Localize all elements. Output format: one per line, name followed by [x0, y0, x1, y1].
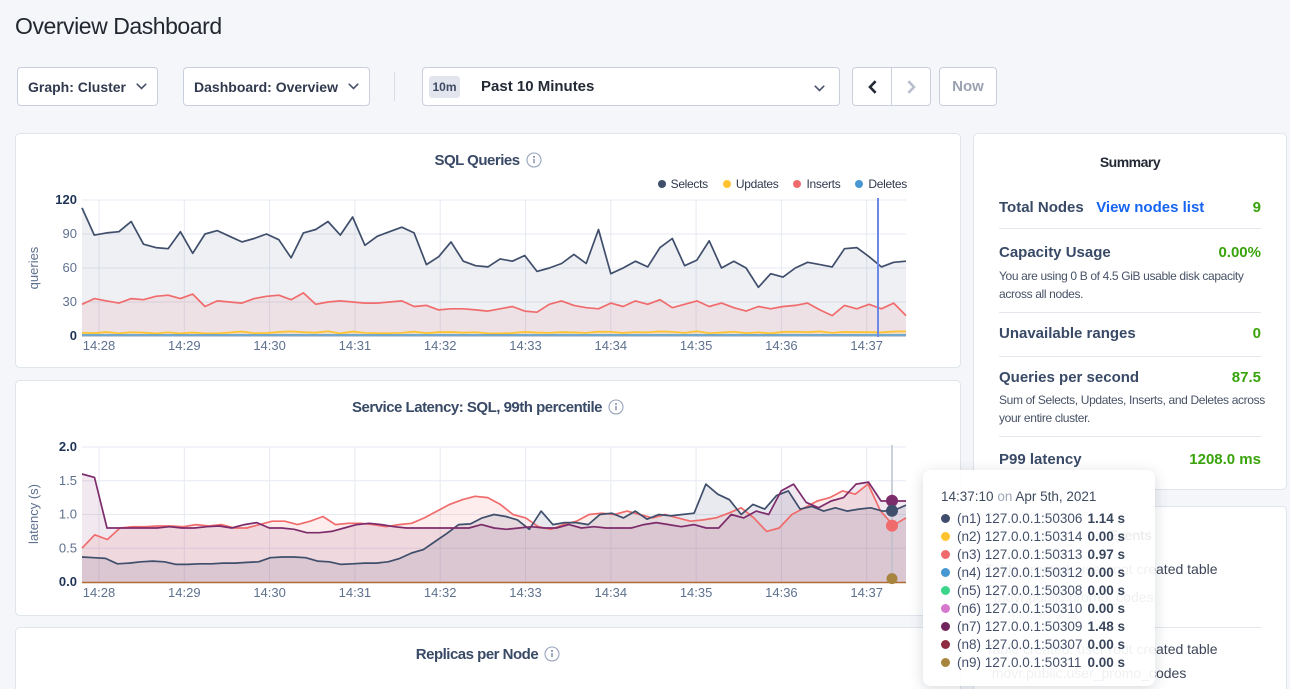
svg-text:14:35: 14:35	[680, 585, 713, 600]
svg-text:60: 60	[63, 260, 77, 275]
svg-text:0.0: 0.0	[59, 574, 77, 589]
svg-text:14:31: 14:31	[339, 585, 372, 600]
svg-text:0: 0	[70, 328, 77, 343]
svg-text:90: 90	[63, 226, 77, 241]
svg-text:1.0: 1.0	[59, 507, 77, 522]
svg-text:14:31: 14:31	[339, 338, 372, 353]
svg-text:0.5: 0.5	[59, 541, 77, 556]
svg-text:14:37: 14:37	[850, 585, 883, 600]
svg-text:14:29: 14:29	[168, 585, 201, 600]
svg-text:14:35: 14:35	[680, 338, 713, 353]
svg-text:120: 120	[55, 192, 77, 207]
svg-text:14:28: 14:28	[83, 585, 116, 600]
svg-text:14:29: 14:29	[168, 338, 201, 353]
svg-text:14:37: 14:37	[850, 338, 883, 353]
svg-text:14:36: 14:36	[765, 585, 798, 600]
svg-text:2.0: 2.0	[59, 439, 77, 454]
svg-text:14:32: 14:32	[424, 338, 457, 353]
svg-text:14:33: 14:33	[509, 585, 542, 600]
svg-text:14:36: 14:36	[765, 338, 798, 353]
svg-text:14:33: 14:33	[509, 338, 542, 353]
svg-text:14:34: 14:34	[595, 338, 628, 353]
svg-text:14:28: 14:28	[83, 338, 116, 353]
svg-text:1.5: 1.5	[59, 473, 77, 488]
svg-text:queries: queries	[26, 246, 41, 289]
svg-text:14:30: 14:30	[253, 585, 286, 600]
svg-text:latency (s): latency (s)	[26, 484, 41, 544]
svg-text:30: 30	[63, 294, 77, 309]
svg-text:14:32: 14:32	[424, 585, 457, 600]
svg-text:14:34: 14:34	[595, 585, 628, 600]
svg-text:14:30: 14:30	[253, 338, 286, 353]
